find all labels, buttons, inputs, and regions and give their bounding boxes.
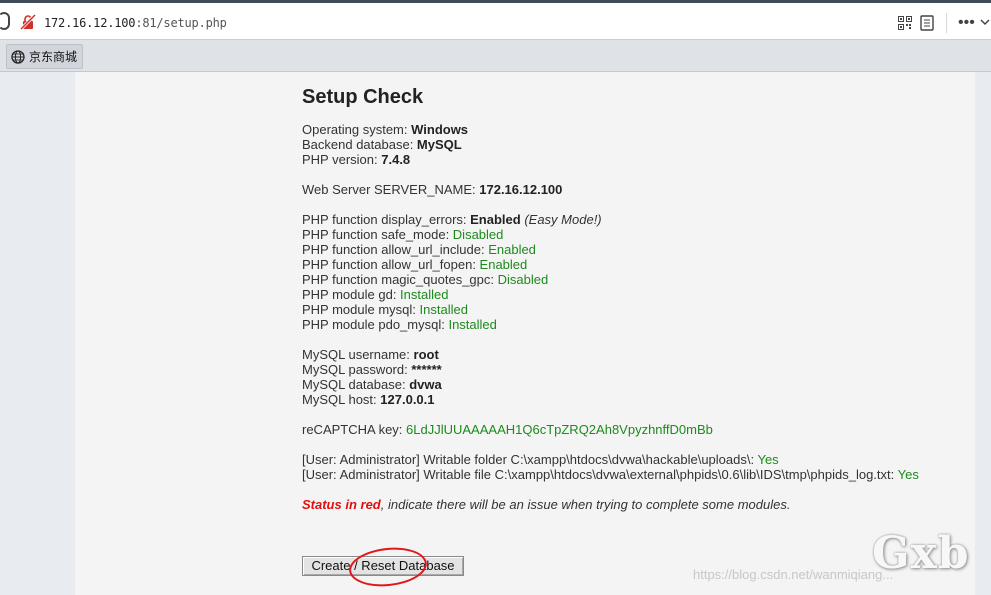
info-row: PHP version: 7.4.8 bbox=[302, 152, 411, 167]
check-row: PHP function safe_mode: Disabled bbox=[302, 227, 504, 242]
insecure-lock-icon[interactable] bbox=[20, 14, 36, 30]
check-row: PHP function allow_url_fopen: Enabled bbox=[302, 257, 528, 272]
check-row: PHP module mysql: Installed bbox=[302, 302, 468, 317]
bookmark-label: 京东商城 bbox=[29, 50, 78, 64]
check-row: [User: Administrator] Writable folder C:… bbox=[302, 452, 779, 467]
check-row: PHP function display_errors: Enabled (Ea… bbox=[302, 212, 602, 227]
info-row: Operating system: Windows bbox=[302, 122, 469, 137]
info-row: MySQL host: 127.0.0.1 bbox=[302, 392, 435, 407]
qr-code-icon[interactable] bbox=[898, 16, 912, 30]
check-row: PHP module gd: Installed bbox=[302, 287, 449, 302]
toolbar-divider bbox=[946, 13, 947, 33]
watermark-url: https://blog.csdn.net/wanmiqiang... bbox=[693, 567, 894, 582]
mysql-info: MySQL username: root MySQL password: ***… bbox=[302, 347, 442, 407]
status-note-text: , indicate there will be an issue when t… bbox=[380, 497, 791, 512]
more-menu-icon[interactable]: ••• bbox=[958, 14, 975, 32]
page-title: Setup Check bbox=[302, 86, 424, 108]
info-row: Backend database: MySQL bbox=[302, 137, 462, 152]
info-row: MySQL password: ****** bbox=[302, 362, 442, 377]
info-row: MySQL username: root bbox=[302, 347, 439, 362]
bookmark-jd[interactable]: 京东商城 bbox=[6, 44, 84, 69]
chevron-down-icon[interactable] bbox=[979, 16, 991, 28]
reload-icon[interactable] bbox=[0, 12, 10, 30]
globe-icon bbox=[11, 49, 25, 64]
writable-checks: [User: Administrator] Writable folder C:… bbox=[302, 452, 919, 482]
system-info: Operating system: Windows Backend databa… bbox=[302, 122, 468, 167]
page-body: Setup Check Operating system: Windows Ba… bbox=[75, 72, 975, 595]
check-row: [User: Administrator] Writable file C:\x… bbox=[302, 467, 919, 482]
status-note: Status in red, indicate there will be an… bbox=[302, 497, 790, 512]
check-row: PHP function magic_quotes_gpc: Disabled bbox=[302, 272, 549, 287]
check-row: PHP function allow_url_include: Enabled bbox=[302, 242, 536, 257]
url-path: :81/setup.php bbox=[135, 16, 227, 30]
status-red-label: Status in red bbox=[302, 497, 381, 512]
info-row: MySQL database: dvwa bbox=[302, 377, 442, 392]
recaptcha-info: reCAPTCHA key: 6LdJJlUUAAAAAH1Q6cTpZRQ2A… bbox=[302, 422, 713, 437]
info-row: Web Server SERVER_NAME: 172.16.12.100 bbox=[302, 182, 563, 197]
check-row: PHP module pdo_mysql: Installed bbox=[302, 317, 497, 332]
server-name-info: Web Server SERVER_NAME: 172.16.12.100 bbox=[302, 182, 562, 197]
address-bar: 172.16.12.100:81/setup.php ••• bbox=[0, 0, 991, 40]
url-host: 172.16.12.100 bbox=[44, 16, 136, 30]
reader-mode-icon[interactable] bbox=[920, 15, 934, 31]
create-reset-database-button[interactable]: Create / Reset Database bbox=[302, 556, 464, 576]
url-field[interactable]: 172.16.12.100:81/setup.php bbox=[44, 16, 227, 30]
php-checks: PHP function display_errors: Enabled (Ea… bbox=[302, 212, 602, 332]
watermark-logo: Gxb bbox=[872, 528, 970, 579]
bookmarks-bar: 京东商城 bbox=[0, 40, 991, 72]
info-row: reCAPTCHA key: 6LdJJlUUAAAAAH1Q6cTpZRQ2A… bbox=[302, 422, 713, 437]
